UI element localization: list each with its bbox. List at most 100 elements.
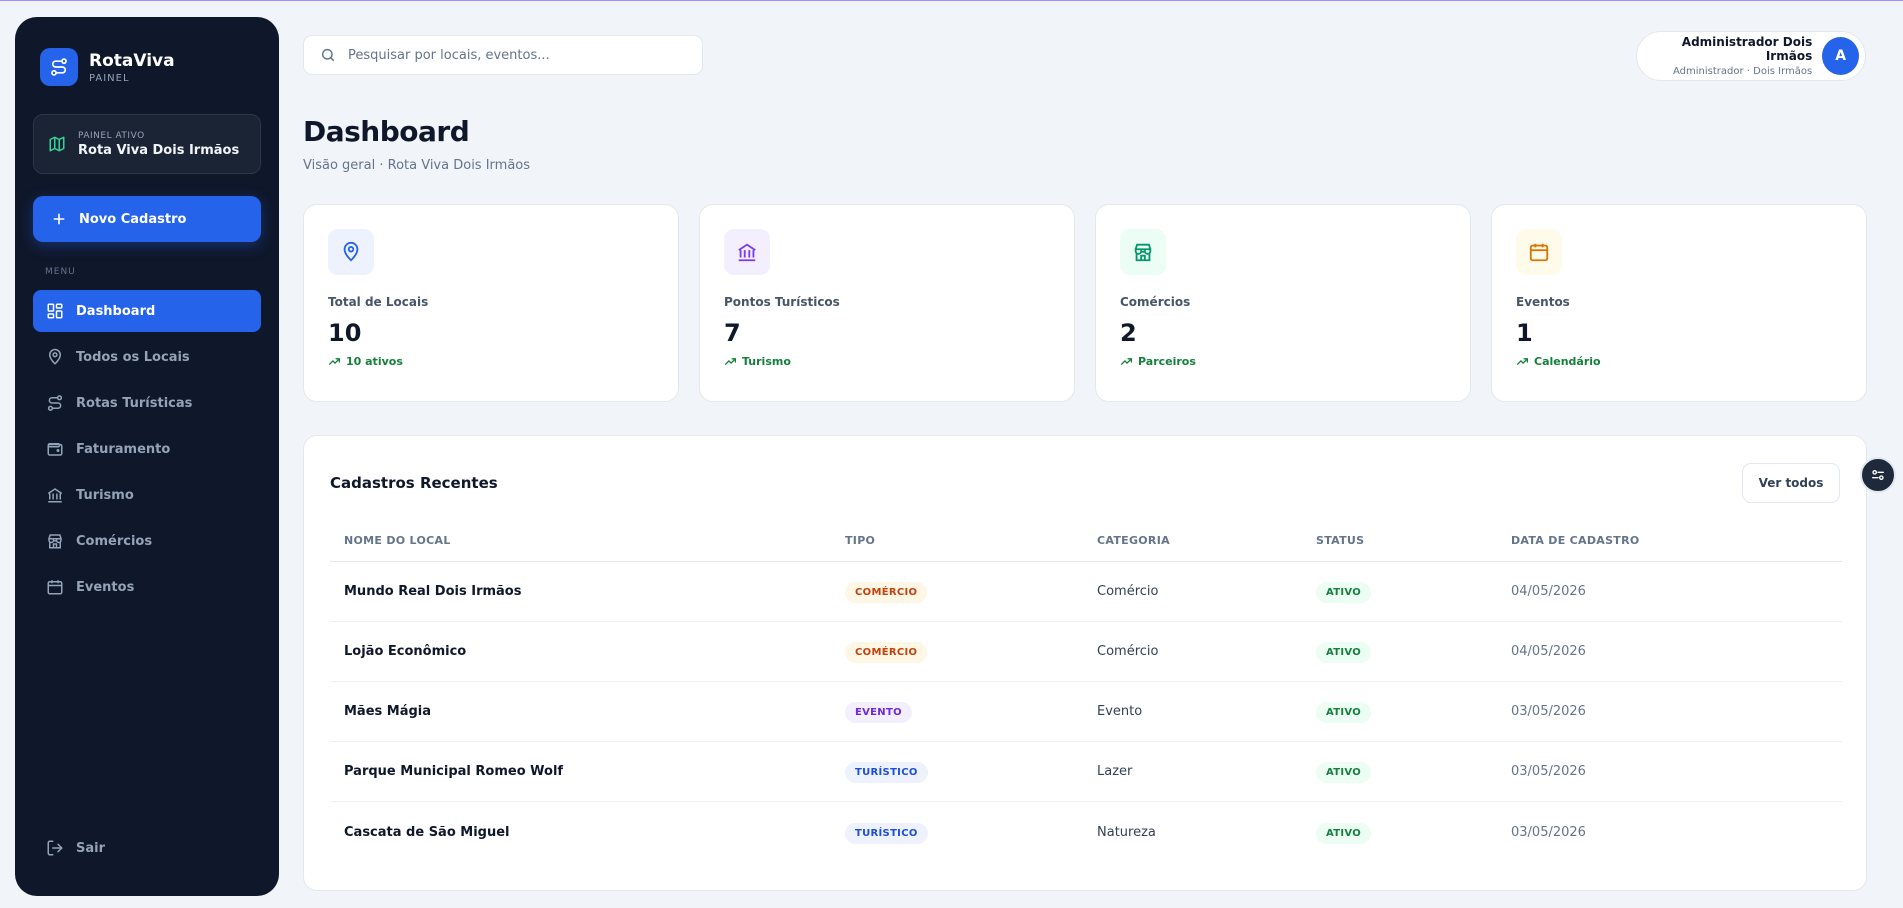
sidebar-item-label: Turismo [76,487,134,503]
floating-settings-button[interactable] [1860,457,1896,493]
brand-name: RotaViva [89,50,175,71]
active-panel-selector[interactable]: PAINEL ATIVO Rota Viva Dois Irmãos [33,114,261,174]
column-header-status[interactable]: STATUS [1316,534,1511,547]
stat-trend: Turismo [724,355,1050,368]
table-row[interactable]: Lojão Econômico COMÉRCIO Comércio ATIVO … [330,622,1842,682]
trending-up-icon [1120,358,1133,365]
table-row[interactable]: Mães Mágia EVENTO Evento ATIVO 03/05/202… [330,682,1842,742]
column-header-category[interactable]: CATEGORIA [1097,534,1316,547]
sidebar-item-label: Rotas Turísticas [76,395,193,411]
cell-name: Mães Mágia [344,704,432,719]
sidebar-item-tourism[interactable]: Turismo [33,474,261,516]
stat-trend-label: Parceiros [1138,355,1196,368]
sidebar-item-label: Eventos [76,579,135,595]
user-name: Administrador Dois Irmãos [1681,35,1813,63]
stat-card-total-locations[interactable]: Total de Locais 10 10 ativos [303,204,679,402]
cell-name: Lojão Econômico [344,644,467,659]
stat-card-businesses[interactable]: Comércios 2 Parceiros [1095,204,1471,402]
status-badge: ATIVO [1316,702,1372,723]
type-badge: COMÉRCIO [845,642,928,663]
view-all-button[interactable]: Ver todos [1742,463,1840,503]
map-icon [49,136,65,152]
table-header: NOME DO LOCAL TIPO CATEGORIA STATUS DATA… [330,520,1842,562]
new-registration-button[interactable]: Novo Cadastro [33,196,261,242]
trending-up-icon [328,358,341,365]
avatar[interactable]: A [1822,37,1859,75]
status-badge: ATIVO [1316,822,1372,844]
table-row[interactable]: Parque Municipal Romeo Wolf TURÍSTICO La… [330,742,1842,802]
stat-card-tourist-spots[interactable]: Pontos Turísticos 7 Turismo [699,204,1075,402]
column-header-date[interactable]: DATA DE CADASTRO [1511,534,1842,547]
search-icon [321,48,335,62]
sidebar-item-tourist-routes[interactable]: Rotas Turísticas [33,382,261,424]
user-role: Administrador · Dois Irmãos [1673,66,1813,77]
map-pin-icon [48,348,62,365]
stat-trend-label: 10 ativos [346,355,403,368]
table-row[interactable]: Mundo Real Dois Irmãos COMÉRCIO Comércio… [330,562,1842,622]
sidebar-item-billing[interactable]: Faturamento [33,428,261,470]
stat-label: Eventos [1516,295,1570,309]
cell-date: 04/05/2026 [1511,644,1586,659]
top-accent-line [0,0,1903,1]
route-icon [47,395,63,411]
table-row[interactable]: Cascata de São Miguel TURÍSTICO Natureza… [330,802,1842,862]
sidebar: RotaViva PAINEL PAINEL ATIVO Rota Viva D… [15,17,279,896]
status-badge: ATIVO [1316,582,1372,603]
cell-category: Natureza [1097,824,1156,840]
cell-category: Comércio [1097,584,1159,599]
stat-trend: Calendário [1516,355,1842,368]
user-menu[interactable]: Administrador Dois Irmãos Administrador … [1636,31,1866,81]
column-header-type[interactable]: TIPO [845,534,1097,547]
cell-name: Cascata de São Miguel [344,824,510,840]
type-badge: TURÍSTICO [845,762,928,783]
sidebar-item-businesses[interactable]: Comércios [33,520,261,562]
landmark-icon [724,229,770,275]
stat-cards: Total de Locais 10 10 ativos Pontos Turí… [303,204,1867,402]
active-panel-value: Rota Viva Dois Irmãos [78,142,240,158]
new-registration-label: Novo Cadastro [79,211,187,227]
landmark-icon [47,488,63,503]
menu-section-label: MENU [45,267,76,277]
stat-value: 7 [724,319,741,347]
panel-title: Cadastros Recentes [330,474,498,492]
calendar-icon [1516,229,1562,275]
store-icon [48,534,62,549]
cell-date: 03/05/2026 [1511,824,1586,840]
stat-value: 10 [328,319,362,347]
sidebar-item-dashboard[interactable]: Dashboard [33,290,261,332]
status-badge: ATIVO [1316,762,1372,783]
route-logo-icon [40,48,78,86]
stat-label: Comércios [1120,295,1191,309]
page-subtitle: Visão geral · Rota Viva Dois Irmãos [303,158,531,173]
stat-label: Total de Locais [328,295,429,309]
sidebar-item-events[interactable]: Eventos [33,566,261,608]
cell-name: Mundo Real Dois Irmãos [344,584,522,599]
stat-trend-label: Turismo [742,355,791,368]
logout-label: Sair [76,840,106,856]
dashboard-icon [47,303,63,319]
stat-trend-label: Calendário [1534,355,1601,368]
stat-card-events[interactable]: Eventos 1 Calendário [1491,204,1867,402]
search-bar [303,35,703,75]
sidebar-item-all-locations[interactable]: Todos os Locais [33,336,261,378]
logout-button[interactable]: Sair [46,839,105,857]
wallet-icon [47,443,63,456]
cell-date: 03/05/2026 [1511,704,1586,719]
stat-trend: Parceiros [1120,355,1446,368]
sidebar-item-label: Faturamento [76,441,171,457]
trending-up-icon [1516,358,1529,365]
stat-trend: 10 ativos [328,355,654,368]
plus-icon [53,213,65,225]
sidebar-item-label: Dashboard [76,303,156,319]
sidebar-item-label: Comércios [76,533,153,549]
search-input[interactable] [348,47,668,63]
cell-date: 04/05/2026 [1511,584,1586,599]
page-title: Dashboard [303,115,470,148]
sidebar-nav: Dashboard Todos os Locais Rotas Turístic… [33,290,261,612]
active-panel-label: PAINEL ATIVO [78,130,145,141]
brand[interactable]: RotaViva PAINEL [40,48,175,86]
stat-label: Pontos Turísticos [724,295,840,309]
column-header-name[interactable]: NOME DO LOCAL [330,534,845,547]
type-badge: TURÍSTICO [845,822,928,844]
type-badge: COMÉRCIO [845,582,928,603]
